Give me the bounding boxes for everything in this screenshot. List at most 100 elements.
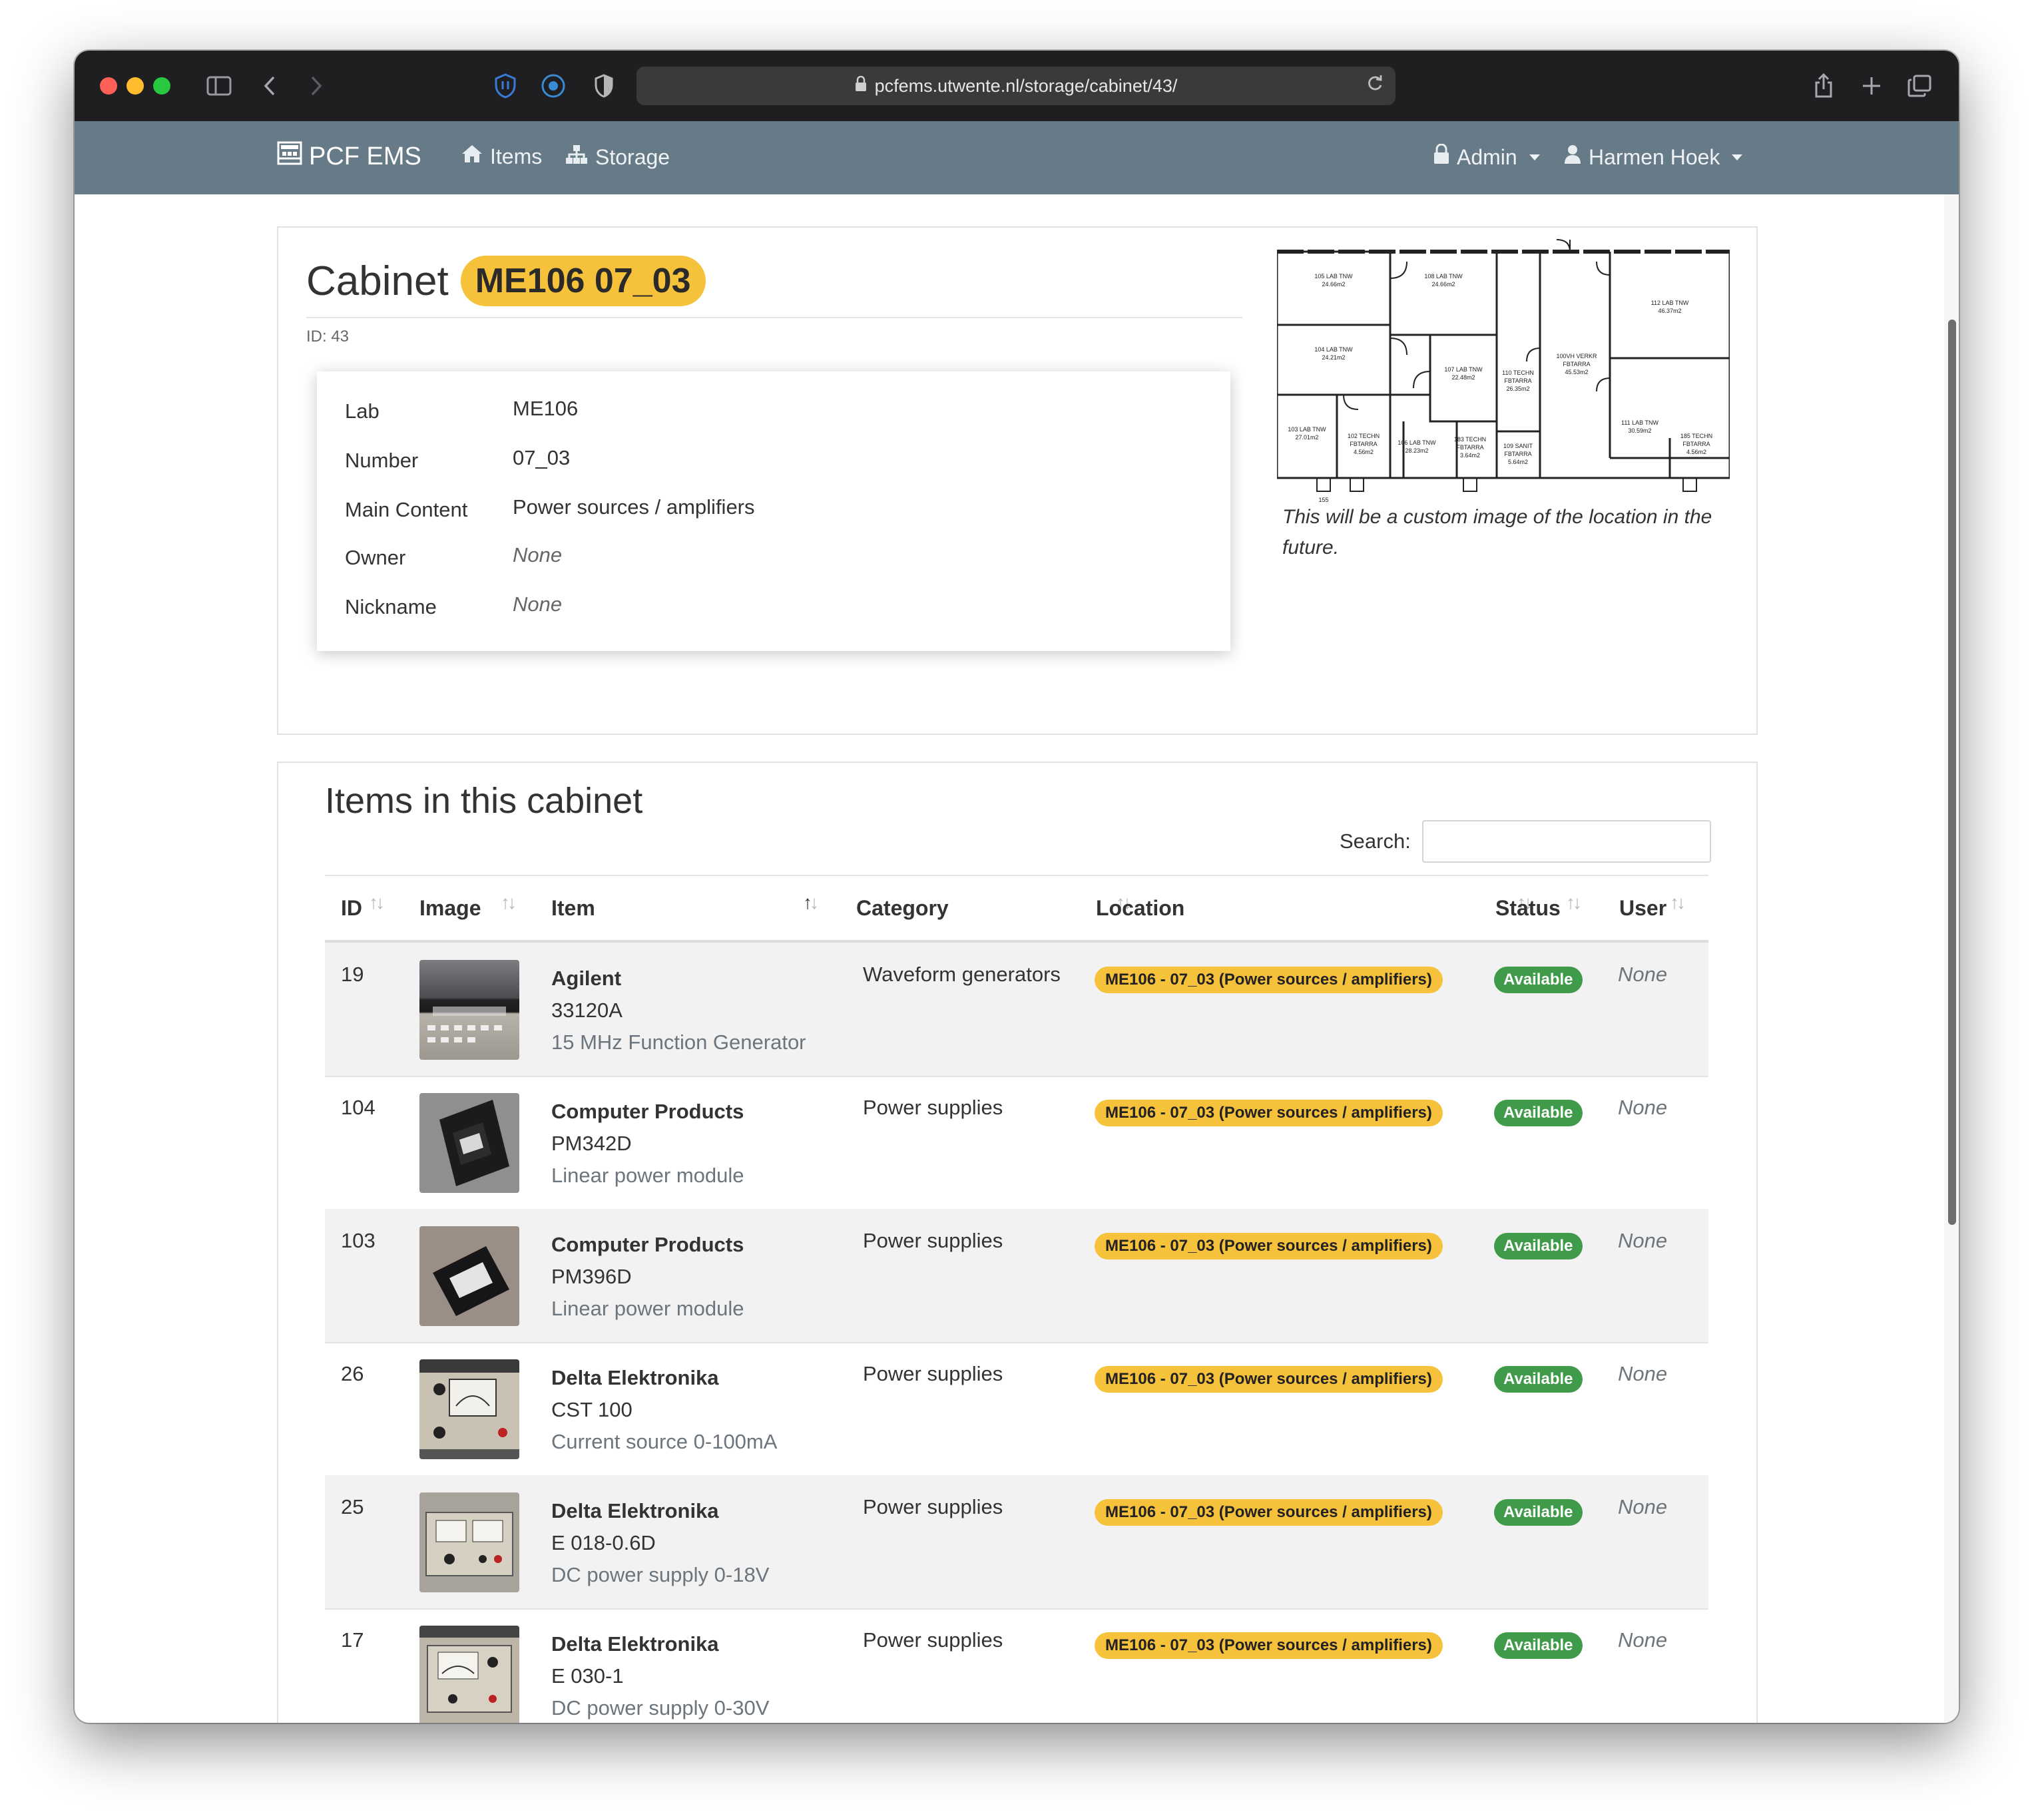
column-header-id[interactable]: ID bbox=[341, 896, 362, 921]
svg-text:27.01m2: 27.01m2 bbox=[1295, 434, 1318, 441]
item-cell[interactable]: Delta Elektronika E 018-0.6D DC power su… bbox=[551, 1495, 769, 1591]
svg-text:FBTARRA: FBTARRA bbox=[1350, 441, 1377, 447]
sort-icon[interactable]: ↑↓ bbox=[501, 892, 517, 913]
location-badge[interactable]: ME106 - 07_03 (Power sources / amplifier… bbox=[1095, 1499, 1443, 1526]
sort-icon[interactable]: ↑↓ bbox=[1670, 892, 1686, 913]
table-row[interactable]: 25 Delta Elektronika E 018-0.6D DC power… bbox=[325, 1475, 1708, 1610]
item-cell[interactable]: Computer Products PM396D Linear power mo… bbox=[551, 1229, 744, 1325]
owner-label: Owner bbox=[345, 546, 406, 569]
table-row[interactable]: 19 Agilent 33120A 15 MHz Function Genera… bbox=[325, 943, 1708, 1077]
new-tab-icon[interactable] bbox=[1854, 68, 1890, 104]
item-thumbnail[interactable] bbox=[419, 1093, 519, 1193]
cabinet-details-card: Cabinet ME106 07_03 ID: 43 Lab ME106 Num… bbox=[277, 226, 1758, 735]
scrollbar-thumb[interactable] bbox=[1948, 320, 1956, 1225]
table-row[interactable]: 104 Computer Products PM342D Linear powe… bbox=[325, 1076, 1708, 1210]
forward-icon[interactable] bbox=[298, 68, 334, 104]
table-row[interactable]: 26 Delta Elektronika CST 100 Current sou… bbox=[325, 1342, 1708, 1477]
svg-text:105 LAB TNW: 105 LAB TNW bbox=[1314, 273, 1353, 280]
reload-icon[interactable] bbox=[1366, 73, 1384, 99]
tab-overview-icon[interactable] bbox=[1902, 68, 1937, 104]
nav-items-label: Items bbox=[490, 144, 543, 168]
location-badge[interactable]: ME106 - 07_03 (Power sources / amplifier… bbox=[1095, 1100, 1443, 1126]
item-model: E 018-0.6D bbox=[551, 1531, 656, 1554]
item-category: Power supplies bbox=[863, 1628, 1003, 1652]
location-badge[interactable]: ME106 - 07_03 (Power sources / amplifier… bbox=[1095, 1233, 1443, 1259]
minimize-window-button[interactable] bbox=[127, 77, 144, 95]
sort-icon[interactable]: ↑↓ bbox=[1566, 892, 1582, 913]
item-id: 26 bbox=[341, 1362, 364, 1385]
browser-toolbar: pcfems.utwente.nl/storage/cabinet/43/ bbox=[75, 51, 1959, 121]
location-badge[interactable]: ME106 - 07_03 (Power sources / amplifier… bbox=[1095, 1632, 1443, 1659]
item-cell[interactable]: Agilent 33120A 15 MHz Function Generator bbox=[551, 963, 806, 1058]
zoom-window-button[interactable] bbox=[153, 77, 170, 95]
item-user: None bbox=[1618, 1362, 1668, 1385]
search-input[interactable] bbox=[1422, 820, 1711, 863]
svg-text:FBTARRA: FBTARRA bbox=[1682, 441, 1710, 447]
cabinet-info-box: Lab ME106 Number 07_03 Main Content Powe… bbox=[317, 371, 1230, 651]
item-thumbnail[interactable] bbox=[419, 1626, 519, 1723]
nav-storage-link[interactable]: Storage bbox=[565, 144, 670, 170]
address-bar[interactable]: pcfems.utwente.nl/storage/cabinet/43/ bbox=[636, 67, 1396, 105]
nav-storage-label: Storage bbox=[595, 144, 670, 169]
floorplan-caption: This will be a custom image of the locat… bbox=[1282, 506, 1712, 559]
admin-label: Admin bbox=[1457, 144, 1517, 169]
column-header-item[interactable]: Item bbox=[551, 896, 595, 921]
url-text: pcfems.utwente.nl/storage/cabinet/43/ bbox=[874, 75, 1178, 96]
admin-dropdown[interactable]: Admin bbox=[1433, 143, 1540, 170]
item-cell[interactable]: Delta Elektronika E 030-1 DC power suppl… bbox=[551, 1628, 769, 1723]
table-row[interactable]: 17 Delta Elektronika E 030-1 DC power su… bbox=[325, 1608, 1708, 1723]
svg-text:FBTARRA: FBTARRA bbox=[1456, 444, 1483, 451]
column-header-image[interactable]: Image bbox=[419, 896, 481, 921]
column-header-location[interactable]: Location bbox=[1096, 896, 1184, 921]
back-icon[interactable] bbox=[252, 68, 288, 104]
item-model: PM396D bbox=[551, 1265, 632, 1288]
vpn-extension-icon[interactable] bbox=[535, 68, 571, 104]
item-id: 25 bbox=[341, 1495, 364, 1518]
item-thumbnail[interactable] bbox=[419, 1492, 519, 1592]
item-category: Waveform generators bbox=[863, 963, 1061, 986]
share-icon[interactable] bbox=[1806, 68, 1842, 104]
svg-text:24.66m2: 24.66m2 bbox=[1322, 281, 1345, 288]
svg-text:30.59m2: 30.59m2 bbox=[1628, 427, 1651, 434]
item-category: Power supplies bbox=[863, 1495, 1003, 1518]
item-category: Power supplies bbox=[863, 1096, 1003, 1119]
floorplan-image: 105 LAB TNW24.66m2 108 LAB TNW24.66m2 10… bbox=[1277, 239, 1730, 503]
table-top-border bbox=[325, 875, 1708, 876]
sort-ascending-icon[interactable]: ↑↓ bbox=[803, 892, 819, 913]
nav-items-link[interactable]: Items bbox=[461, 144, 542, 169]
sidebar-toggle-icon[interactable] bbox=[201, 68, 237, 104]
lock-icon bbox=[855, 75, 867, 97]
title-divider bbox=[306, 317, 1242, 318]
page-scrollbar[interactable] bbox=[1944, 194, 1959, 1723]
svg-text:22.48m2: 22.48m2 bbox=[1451, 374, 1475, 381]
brand-link[interactable]: PCF EMS bbox=[277, 141, 421, 172]
item-user: None bbox=[1618, 1628, 1668, 1652]
item-thumbnail[interactable] bbox=[419, 960, 519, 1060]
item-thumbnail[interactable] bbox=[419, 1359, 519, 1459]
item-description: Linear power module bbox=[551, 1164, 744, 1187]
column-header-user[interactable]: User bbox=[1619, 896, 1666, 921]
title-prefix: Cabinet bbox=[306, 258, 449, 304]
column-header-category[interactable]: Category bbox=[856, 896, 949, 921]
status-badge: Available bbox=[1494, 1233, 1583, 1259]
item-thumbnail[interactable] bbox=[419, 1226, 519, 1326]
item-cell[interactable]: Computer Products PM342D Linear power mo… bbox=[551, 1096, 744, 1192]
privacy-shield-icon[interactable] bbox=[586, 68, 622, 104]
item-brand: Computer Products bbox=[551, 1100, 744, 1123]
user-dropdown[interactable]: Harmen Hoek bbox=[1563, 144, 1743, 170]
location-badge[interactable]: ME106 - 07_03 (Power sources / amplifier… bbox=[1095, 1366, 1443, 1393]
table-row[interactable]: 103 Computer Products PM396D Linear powe… bbox=[325, 1209, 1708, 1343]
item-cell[interactable]: Delta Elektronika CST 100 Current source… bbox=[551, 1362, 777, 1458]
number-label: Number bbox=[345, 449, 419, 472]
svg-text:28.23m2: 28.23m2 bbox=[1405, 447, 1428, 454]
cabinet-logo-icon bbox=[277, 141, 302, 172]
page-title: Cabinet ME106 07_03 bbox=[306, 256, 706, 306]
column-header-status[interactable]: Status bbox=[1495, 896, 1561, 921]
password-extension-icon[interactable] bbox=[487, 68, 523, 104]
svg-text:108 LAB TNW: 108 LAB TNW bbox=[1424, 273, 1463, 280]
item-brand: Computer Products bbox=[551, 1233, 744, 1256]
close-window-button[interactable] bbox=[100, 77, 117, 95]
sort-icon[interactable]: ↑↓ bbox=[369, 892, 385, 913]
location-badge[interactable]: ME106 - 07_03 (Power sources / amplifier… bbox=[1095, 967, 1443, 993]
svg-text:106 LAB TNW: 106 LAB TNW bbox=[1397, 439, 1436, 446]
